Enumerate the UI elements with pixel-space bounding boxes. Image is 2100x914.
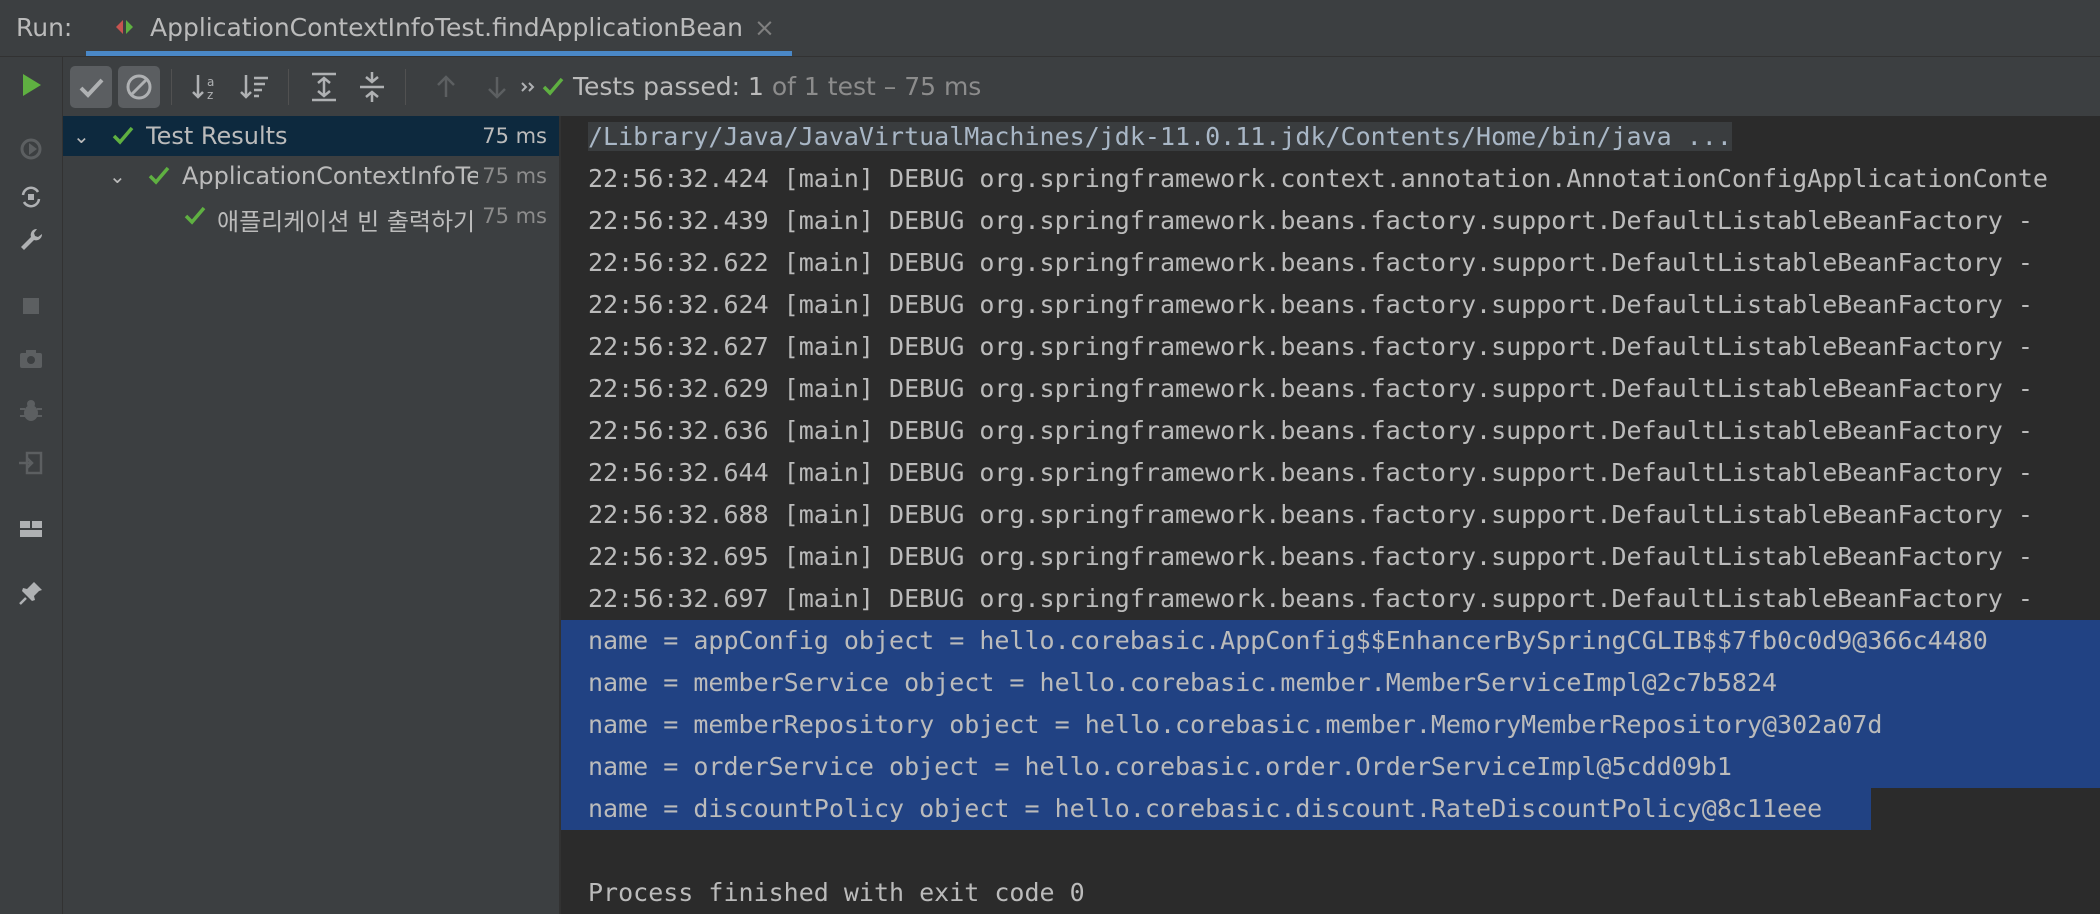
console-log-line: 22:56:32.424 [main] DEBUG org.springfram… xyxy=(588,164,2048,193)
command-text: /Library/Java/JavaVirtualMachines/jdk-11… xyxy=(588,122,1732,151)
tree-label: Test Results xyxy=(146,122,288,150)
sort-alpha-icon: a z xyxy=(192,75,214,102)
pass-check-icon xyxy=(542,77,564,96)
console-log-line: 22:56:32.624 [main] DEBUG org.springfram… xyxy=(588,290,2033,319)
next-failed-button[interactable] xyxy=(476,66,518,108)
status-count: 1 xyxy=(748,72,764,101)
test-toolbar: a z Tests passed: 1 of 1 test – 75 ms xyxy=(63,57,2100,116)
tree-time: 75 ms xyxy=(478,124,547,148)
debug-icon[interactable] xyxy=(17,397,45,425)
status-prefix: Tests passed: xyxy=(572,72,741,101)
show-passed-toggle[interactable] xyxy=(70,66,112,108)
arrow-down-icon xyxy=(488,77,506,99)
sort-by-duration-button[interactable] xyxy=(235,66,277,108)
camera-icon[interactable] xyxy=(17,345,45,373)
chevron-down-icon[interactable]: ⌄ xyxy=(73,124,90,148)
toggle-auto-test-icon[interactable] xyxy=(17,183,45,211)
pass-check-icon xyxy=(184,206,206,225)
console-log-line: 22:56:32.627 [main] DEBUG org.springfram… xyxy=(588,332,2033,361)
pin-icon[interactable] xyxy=(17,579,45,607)
svg-text:a: a xyxy=(207,75,214,89)
rerun-icon[interactable] xyxy=(17,71,45,99)
tree-row-test-class[interactable]: ⌄ ApplicationContextInfoTest 75 ms xyxy=(63,156,559,196)
tree-label: 애플리케이션 빈 출력하기 xyxy=(217,208,476,236)
console-log-line: 22:56:32.697 [main] DEBUG org.springfram… xyxy=(588,584,2033,613)
layout-icon[interactable] xyxy=(17,515,45,543)
close-tab-icon[interactable]: × xyxy=(754,13,775,42)
console-selected-line: name = orderService object = hello.coreb… xyxy=(561,746,2100,788)
status-suffix: of 1 test – 75 ms xyxy=(771,72,982,101)
collapse-all-icon xyxy=(360,72,384,102)
run-tab[interactable]: ApplicationContextInfoTest.findApplicati… xyxy=(86,0,792,56)
console-selected-line: name = appConfig object = hello.corebasi… xyxy=(561,620,2100,662)
test-run-config-icon xyxy=(116,20,133,34)
more-actions-button[interactable] xyxy=(516,66,542,108)
run-label: Run: xyxy=(16,13,73,42)
console-log-line: 22:56:32.439 [main] DEBUG org.springfram… xyxy=(588,206,2033,235)
console-output[interactable]: /Library/Java/JavaVirtualMachines/jdk-11… xyxy=(561,116,2100,914)
console-log-line: 22:56:32.636 [main] DEBUG org.springfram… xyxy=(588,416,2033,445)
svg-text:z: z xyxy=(207,88,213,102)
expand-all-button[interactable] xyxy=(303,66,345,108)
ignored-icon xyxy=(126,74,152,100)
tree-time: 75 ms xyxy=(478,204,547,228)
test-tree: ⌄ Test Results 75 ms ⌄ ApplicationContex… xyxy=(63,116,561,914)
console-selected-line: name = memberRepository object = hello.c… xyxy=(561,704,2100,746)
console-log-line: 22:56:32.644 [main] DEBUG org.springfram… xyxy=(588,458,2033,487)
test-status: Tests passed: 1 of 1 test – 75 ms xyxy=(541,71,981,101)
active-tab-indicator xyxy=(86,51,792,56)
show-ignored-toggle[interactable] xyxy=(118,66,160,108)
stop-icon[interactable] xyxy=(17,292,45,320)
exit-icon[interactable] xyxy=(17,449,45,477)
double-chevron-right-icon xyxy=(521,82,535,92)
console-selected-line: name = discountPolicy object = hello.cor… xyxy=(561,788,1871,830)
tree-time: 75 ms xyxy=(478,164,547,188)
console-command-line: /Library/Java/JavaVirtualMachines/jdk-11… xyxy=(561,116,1732,158)
console-selected-line: name = memberService object = hello.core… xyxy=(561,662,2100,704)
sort-alphabetically-button[interactable]: a z xyxy=(187,66,229,108)
sort-duration-icon xyxy=(240,75,268,99)
previous-failed-button[interactable] xyxy=(425,66,467,108)
chevron-down-icon[interactable]: ⌄ xyxy=(109,164,126,188)
run-tab-title: ApplicationContextInfoTest.findApplicati… xyxy=(150,13,743,42)
pass-check-icon xyxy=(148,166,170,185)
tree-label: ApplicationContextInfoTest xyxy=(182,162,482,190)
console-log-line: 22:56:32.688 [main] DEBUG org.springfram… xyxy=(588,500,2033,529)
tree-row-test-method[interactable]: 애플리케이션 빈 출력하기 75 ms xyxy=(63,196,559,236)
tree-row-test-results[interactable]: ⌄ Test Results 75 ms xyxy=(63,116,559,156)
wrench-icon[interactable] xyxy=(17,226,45,254)
console-log-line: 22:56:32.695 [main] DEBUG org.springfram… xyxy=(588,542,2033,571)
check-icon xyxy=(79,78,104,98)
arrow-up-icon xyxy=(437,75,455,97)
collapse-all-button[interactable] xyxy=(351,66,393,108)
expand-all-icon xyxy=(312,72,336,102)
rerun-failed-icon[interactable] xyxy=(17,135,45,163)
pass-check-icon xyxy=(112,126,134,145)
left-toolbar xyxy=(0,57,63,914)
console-exit-line: Process finished with exit code 0 xyxy=(588,878,1085,907)
console-log-line: 22:56:32.629 [main] DEBUG org.springfram… xyxy=(588,374,2033,403)
run-tool-window-header: Run: ApplicationContextInfoTest.findAppl… xyxy=(0,0,2100,57)
console-log-line: 22:56:32.622 [main] DEBUG org.springfram… xyxy=(588,248,2033,277)
